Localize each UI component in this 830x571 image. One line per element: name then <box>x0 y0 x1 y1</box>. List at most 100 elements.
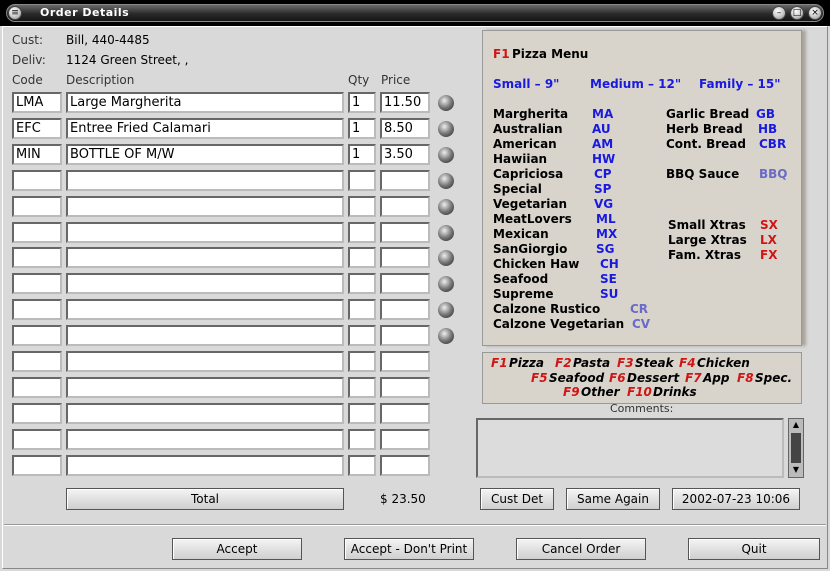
item-price-field[interactable] <box>380 221 430 243</box>
item-price-field[interactable] <box>380 376 430 398</box>
item-qty-field[interactable] <box>348 454 376 476</box>
item-qty-field[interactable]: 1 <box>348 143 376 165</box>
accept-button[interactable]: Accept <box>172 538 302 560</box>
cancel-order-button[interactable]: Cancel Order <box>516 538 646 560</box>
item-qty-field[interactable] <box>348 299 376 321</box>
item-qty-field[interactable]: 1 <box>348 117 376 139</box>
item-description-field[interactable] <box>66 273 344 295</box>
item-qty-field[interactable] <box>348 351 376 372</box>
item-price-field[interactable] <box>380 351 430 372</box>
item-price-field[interactable] <box>380 247 430 269</box>
category-key[interactable]: F8 <box>737 371 754 385</box>
item-price-field[interactable] <box>380 402 430 424</box>
item-description-field[interactable] <box>66 299 344 321</box>
quit-button[interactable]: Quit <box>688 538 820 560</box>
category-name[interactable]: Dessert <box>627 371 679 385</box>
item-qty-field[interactable] <box>348 376 376 398</box>
item-price-field[interactable] <box>380 169 430 191</box>
category-key[interactable]: F1 <box>491 356 508 370</box>
item-code-field[interactable] <box>12 454 62 476</box>
category-key[interactable]: F2 <box>555 356 572 370</box>
item-code-field[interactable] <box>12 402 62 424</box>
item-description-field[interactable] <box>66 351 344 372</box>
item-description-field[interactable] <box>66 169 344 191</box>
category-key[interactable]: F6 <box>609 371 626 385</box>
category-key[interactable]: F10 <box>627 385 652 399</box>
category-name[interactable]: App <box>703 371 729 385</box>
scroll-up-icon[interactable]: ▲ <box>790 420 802 430</box>
accept-dont-print-button[interactable]: Accept - Don't Print <box>344 538 474 560</box>
maximize-icon[interactable]: □ <box>790 6 804 20</box>
row-action-ball-icon[interactable] <box>438 95 454 111</box>
item-qty-field[interactable] <box>348 402 376 424</box>
category-name[interactable]: Pasta <box>573 356 610 370</box>
scroll-thumb[interactable] <box>791 433 801 463</box>
category-key[interactable]: F5 <box>531 371 548 385</box>
row-action-ball-icon[interactable] <box>438 120 454 137</box>
item-price-field[interactable] <box>380 273 430 295</box>
cust-det-button[interactable]: Cust Det <box>480 488 554 510</box>
category-name[interactable]: Drinks <box>653 385 697 399</box>
item-qty-field[interactable] <box>348 428 376 450</box>
category-name[interactable]: Chicken <box>697 356 750 370</box>
item-qty-field[interactable] <box>348 325 376 347</box>
category-key[interactable]: F7 <box>685 371 702 385</box>
item-description-field[interactable] <box>66 428 344 450</box>
row-action-ball-icon[interactable] <box>438 198 454 215</box>
total-button[interactable]: Total <box>66 488 344 510</box>
item-price-field[interactable]: 11.50 <box>380 92 430 113</box>
item-description-field[interactable]: Large Margherita <box>66 92 344 113</box>
row-action-ball-icon[interactable] <box>438 146 454 163</box>
item-qty-field[interactable]: 1 <box>348 92 376 113</box>
item-description-field[interactable] <box>66 221 344 243</box>
item-price-field[interactable] <box>380 454 430 476</box>
close-icon[interactable]: × <box>808 6 822 20</box>
comments-field[interactable] <box>476 418 784 478</box>
same-again-button[interactable]: Same Again <box>566 488 660 510</box>
item-qty-field[interactable] <box>348 169 376 191</box>
item-description-field[interactable] <box>66 325 344 347</box>
item-description-field[interactable] <box>66 376 344 398</box>
category-name[interactable]: Steak <box>635 356 674 370</box>
category-key[interactable]: F3 <box>617 356 634 370</box>
item-code-field[interactable] <box>12 169 62 191</box>
category-name[interactable]: Other <box>581 385 620 399</box>
item-price-field[interactable] <box>380 299 430 321</box>
item-qty-field[interactable] <box>348 273 376 295</box>
window-menu-icon[interactable]: ≡ <box>8 6 22 20</box>
item-code-field[interactable] <box>12 376 62 398</box>
item-price-field[interactable]: 3.50 <box>380 143 430 165</box>
category-key[interactable]: F4 <box>679 356 696 370</box>
scroll-down-icon[interactable]: ▼ <box>790 465 802 475</box>
category-name[interactable]: Spec. <box>755 371 792 385</box>
item-price-field[interactable] <box>380 195 430 217</box>
comments-scrollbar[interactable]: ▲ ▼ <box>788 418 804 478</box>
item-price-field[interactable] <box>380 428 430 450</box>
item-code-field[interactable] <box>12 351 62 372</box>
item-code-field[interactable] <box>12 247 62 269</box>
category-key[interactable]: F9 <box>563 385 580 399</box>
item-description-field[interactable] <box>66 454 344 476</box>
item-price-field[interactable]: 8.50 <box>380 117 430 139</box>
item-code-field[interactable] <box>12 273 62 295</box>
item-description-field[interactable] <box>66 402 344 424</box>
item-code-field[interactable]: LMA <box>12 92 62 113</box>
minimize-icon[interactable]: – <box>772 6 786 20</box>
item-code-field[interactable] <box>12 299 62 321</box>
item-qty-field[interactable] <box>348 247 376 269</box>
item-code-field[interactable] <box>12 325 62 347</box>
item-description-field[interactable] <box>66 247 344 269</box>
item-code-field[interactable] <box>12 195 62 217</box>
item-code-field[interactable] <box>12 221 62 243</box>
item-qty-field[interactable] <box>348 195 376 217</box>
row-action-ball-icon[interactable] <box>438 328 454 345</box>
item-description-field[interactable]: Entree Fried Calamari <box>66 117 344 139</box>
item-description-field[interactable]: BOTTLE OF M/W <box>66 143 344 165</box>
category-name[interactable]: Pizza <box>509 356 544 370</box>
item-qty-field[interactable] <box>348 221 376 243</box>
item-code-field[interactable] <box>12 428 62 450</box>
category-name[interactable]: Seafood <box>549 371 604 385</box>
item-code-field[interactable]: EFC <box>12 117 62 139</box>
row-action-ball-icon[interactable] <box>438 224 454 241</box>
datetime-button[interactable]: 2002-07-23 10:06 <box>672 488 800 510</box>
